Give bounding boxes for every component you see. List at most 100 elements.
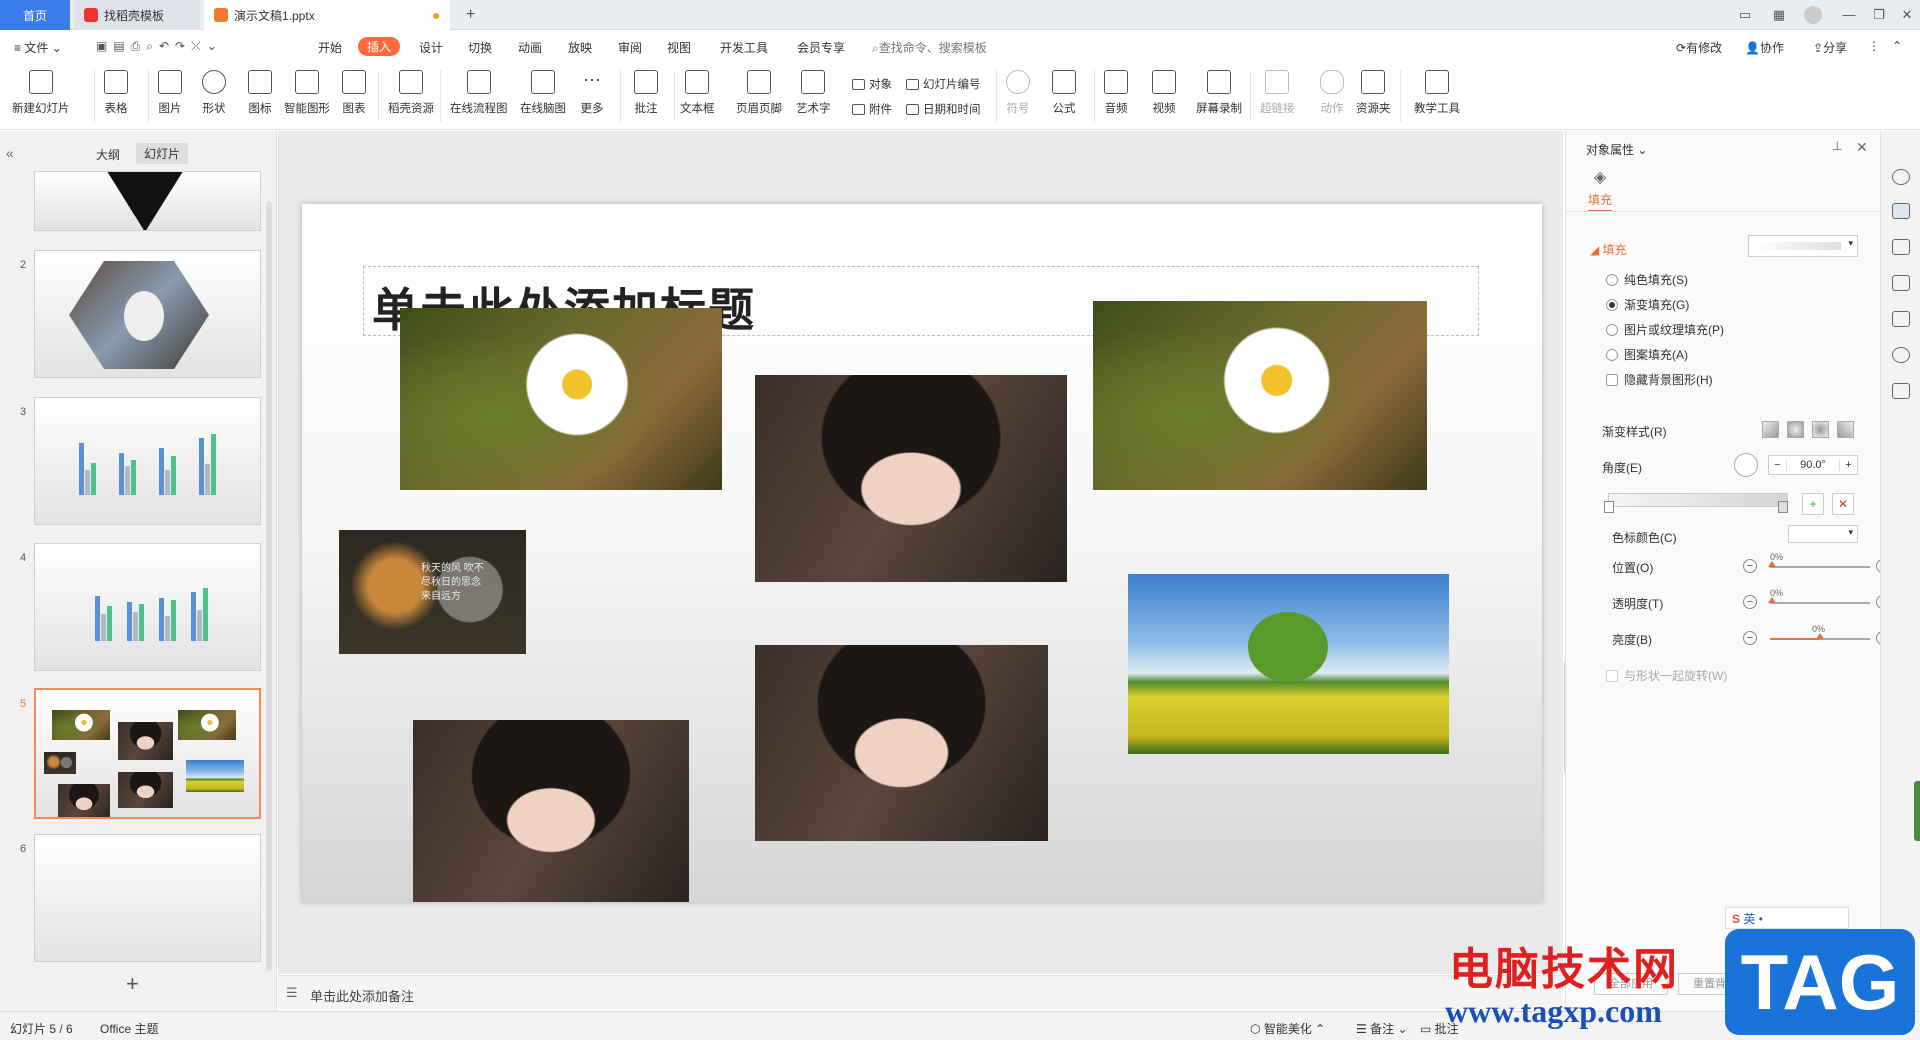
- menu-developer[interactable]: 开发工具: [720, 39, 768, 56]
- daisy-image-right[interactable]: [1093, 301, 1427, 490]
- gradient-radial-icon[interactable]: [1787, 421, 1804, 438]
- quick-toolbar-icons[interactable]: ▣▤⎙⌕↶↷⤫⌄: [96, 39, 223, 54]
- collab-button[interactable]: 👤协作: [1745, 39, 1784, 56]
- file-menu[interactable]: ≡ 文件 ⌄: [14, 39, 62, 56]
- chart-button[interactable]: 图表: [342, 70, 366, 116]
- pin-icon[interactable]: ⊥: [1832, 139, 1842, 153]
- collapse-ribbon-icon[interactable]: ⌃: [1892, 39, 1902, 53]
- gradient-linear-icon[interactable]: [1762, 421, 1779, 438]
- panel-header[interactable]: 对象属性 ⌄: [1586, 141, 1647, 158]
- minus-icon[interactable]: −: [1769, 459, 1787, 471]
- icons-button[interactable]: 图标: [248, 70, 272, 116]
- modify-button[interactable]: ⟳有修改: [1676, 39, 1722, 56]
- picture-button[interactable]: 图片: [158, 70, 182, 116]
- close-icon[interactable]: ✕: [1898, 6, 1916, 24]
- smartart-button[interactable]: 智能图形: [284, 70, 330, 116]
- fill-color-dropdown[interactable]: ▾: [1748, 235, 1858, 257]
- properties-icon[interactable]: [1892, 203, 1910, 219]
- add-slide-button[interactable]: +: [126, 971, 139, 997]
- menu-member[interactable]: 会员专享: [797, 39, 845, 56]
- angle-dial[interactable]: [1734, 453, 1758, 477]
- comment-button[interactable]: 批注: [634, 70, 658, 116]
- slide-thumbnail-1[interactable]: [34, 171, 261, 231]
- tab-fill[interactable]: 填充: [1588, 191, 1613, 212]
- tab-slides[interactable]: 幻灯片: [136, 143, 189, 164]
- video-button[interactable]: 视频: [1152, 70, 1176, 116]
- menu-view[interactable]: 视图: [667, 39, 691, 56]
- slide-thumbnail-6[interactable]: [34, 834, 261, 962]
- tab-outline[interactable]: 大纲: [96, 146, 120, 163]
- action-button[interactable]: 动作: [1320, 70, 1344, 116]
- gradient-stop-bar[interactable]: [1608, 493, 1788, 507]
- audio-button[interactable]: 音频: [1104, 70, 1128, 116]
- add-stop-icon[interactable]: +: [1802, 493, 1824, 515]
- transparency-slider[interactable]: 0%: [1768, 588, 1870, 604]
- angle-value[interactable]: 90.0°: [1787, 459, 1839, 471]
- position-minus-icon[interactable]: −: [1743, 559, 1757, 573]
- textbox-button[interactable]: 文本框: [680, 70, 715, 116]
- transparency-minus-icon[interactable]: −: [1743, 595, 1757, 609]
- symbol-button[interactable]: 符号: [1006, 70, 1030, 116]
- notes-bar[interactable]: ☰ 单击此处添加备注: [278, 975, 1563, 1009]
- slide-thumbnail-2[interactable]: [34, 250, 261, 378]
- gradient-rect-icon[interactable]: [1812, 421, 1829, 438]
- formula-button[interactable]: 公式: [1052, 70, 1076, 116]
- plus-icon[interactable]: +: [1839, 459, 1857, 471]
- current-slide[interactable]: 单击此处添加标题 秋天的风 吹不尽秋日的思念 来自远方: [302, 204, 1542, 902]
- girl-portrait-image-middle[interactable]: [755, 645, 1048, 841]
- girl-portrait-image-bottom[interactable]: [413, 720, 689, 902]
- settings-icon[interactable]: [1892, 169, 1910, 185]
- slide-thumbnail-4[interactable]: [34, 543, 261, 671]
- hyperlink-button[interactable]: 超链接: [1260, 70, 1295, 116]
- object-button[interactable]: 对象: [852, 76, 892, 92]
- collapse-panel-icon[interactable]: «: [6, 145, 14, 161]
- table-button[interactable]: 表格: [104, 70, 128, 116]
- more-icon[interactable]: ⋮: [1868, 39, 1880, 53]
- autumn-leaf-image[interactable]: 秋天的风 吹不尽秋日的思念 来自远方: [339, 530, 526, 654]
- ime-toolbar[interactable]: S 英 •: [1725, 907, 1849, 929]
- share-button[interactable]: ⇪分享: [1813, 39, 1847, 56]
- layout-icon[interactable]: ▭: [1736, 6, 1754, 24]
- menu-review[interactable]: 审阅: [618, 39, 642, 56]
- gradient-path-icon[interactable]: [1837, 421, 1854, 438]
- docer-resource-button[interactable]: 稻壳资源: [388, 70, 434, 116]
- shape-button[interactable]: 形状: [202, 70, 226, 116]
- location-icon[interactable]: [1892, 347, 1910, 363]
- attachment-button[interactable]: 附件: [852, 101, 892, 117]
- datetime-button[interactable]: 日期和时间: [906, 101, 981, 117]
- side-handle[interactable]: [1914, 781, 1920, 841]
- new-tab-button[interactable]: +: [456, 0, 485, 30]
- more-button[interactable]: ··· 更多: [580, 70, 604, 116]
- brightness-minus-icon[interactable]: −: [1743, 631, 1757, 645]
- wordart-button[interactable]: 艺术字: [796, 70, 831, 116]
- book-icon[interactable]: [1892, 383, 1910, 399]
- position-slider[interactable]: 0%: [1768, 552, 1870, 568]
- restore-icon[interactable]: ❐: [1870, 6, 1888, 24]
- resource-folder-button[interactable]: 资源夹: [1356, 70, 1391, 116]
- radio-solid-fill[interactable]: 纯色填充(S): [1606, 271, 1688, 288]
- theme-name[interactable]: Office 主题: [100, 1020, 158, 1037]
- thumbnail-scrollbar[interactable]: [266, 201, 272, 971]
- menu-design[interactable]: 设计: [419, 39, 443, 56]
- menu-start[interactable]: 开始: [318, 39, 342, 56]
- radio-picture-fill[interactable]: 图片或纹理填充(P): [1606, 321, 1724, 338]
- daisy-image-left[interactable]: [400, 308, 722, 490]
- gradient-stop-right[interactable]: [1778, 501, 1788, 513]
- menu-slideshow[interactable]: 放映: [568, 39, 592, 56]
- tab-template[interactable]: 找稻壳模板: [74, 0, 200, 30]
- picture-tool-icon[interactable]: [1892, 311, 1910, 327]
- apps-icon[interactable]: ▦: [1770, 6, 1788, 24]
- close-panel-icon[interactable]: ✕: [1856, 139, 1868, 156]
- minimize-icon[interactable]: —: [1840, 6, 1858, 24]
- slide-thumbnail-5[interactable]: [34, 688, 261, 819]
- new-slide-button[interactable]: 新建幻灯片: [12, 70, 70, 116]
- radio-pattern-fill[interactable]: 图案填充(A): [1606, 346, 1688, 363]
- girl-portrait-image-top[interactable]: [755, 375, 1067, 582]
- mindmap-button[interactable]: 在线脑图: [520, 70, 566, 116]
- menu-animation[interactable]: 动画: [518, 39, 542, 56]
- radio-gradient-fill[interactable]: 渐变填充(G): [1606, 296, 1689, 313]
- smart-beautify-button[interactable]: ⬡ 智能美化 ⌃: [1250, 1020, 1325, 1037]
- flowchart-button[interactable]: 在线流程图: [450, 70, 508, 116]
- landscape-field-image[interactable]: [1128, 574, 1449, 754]
- gradient-style-options[interactable]: [1762, 421, 1854, 438]
